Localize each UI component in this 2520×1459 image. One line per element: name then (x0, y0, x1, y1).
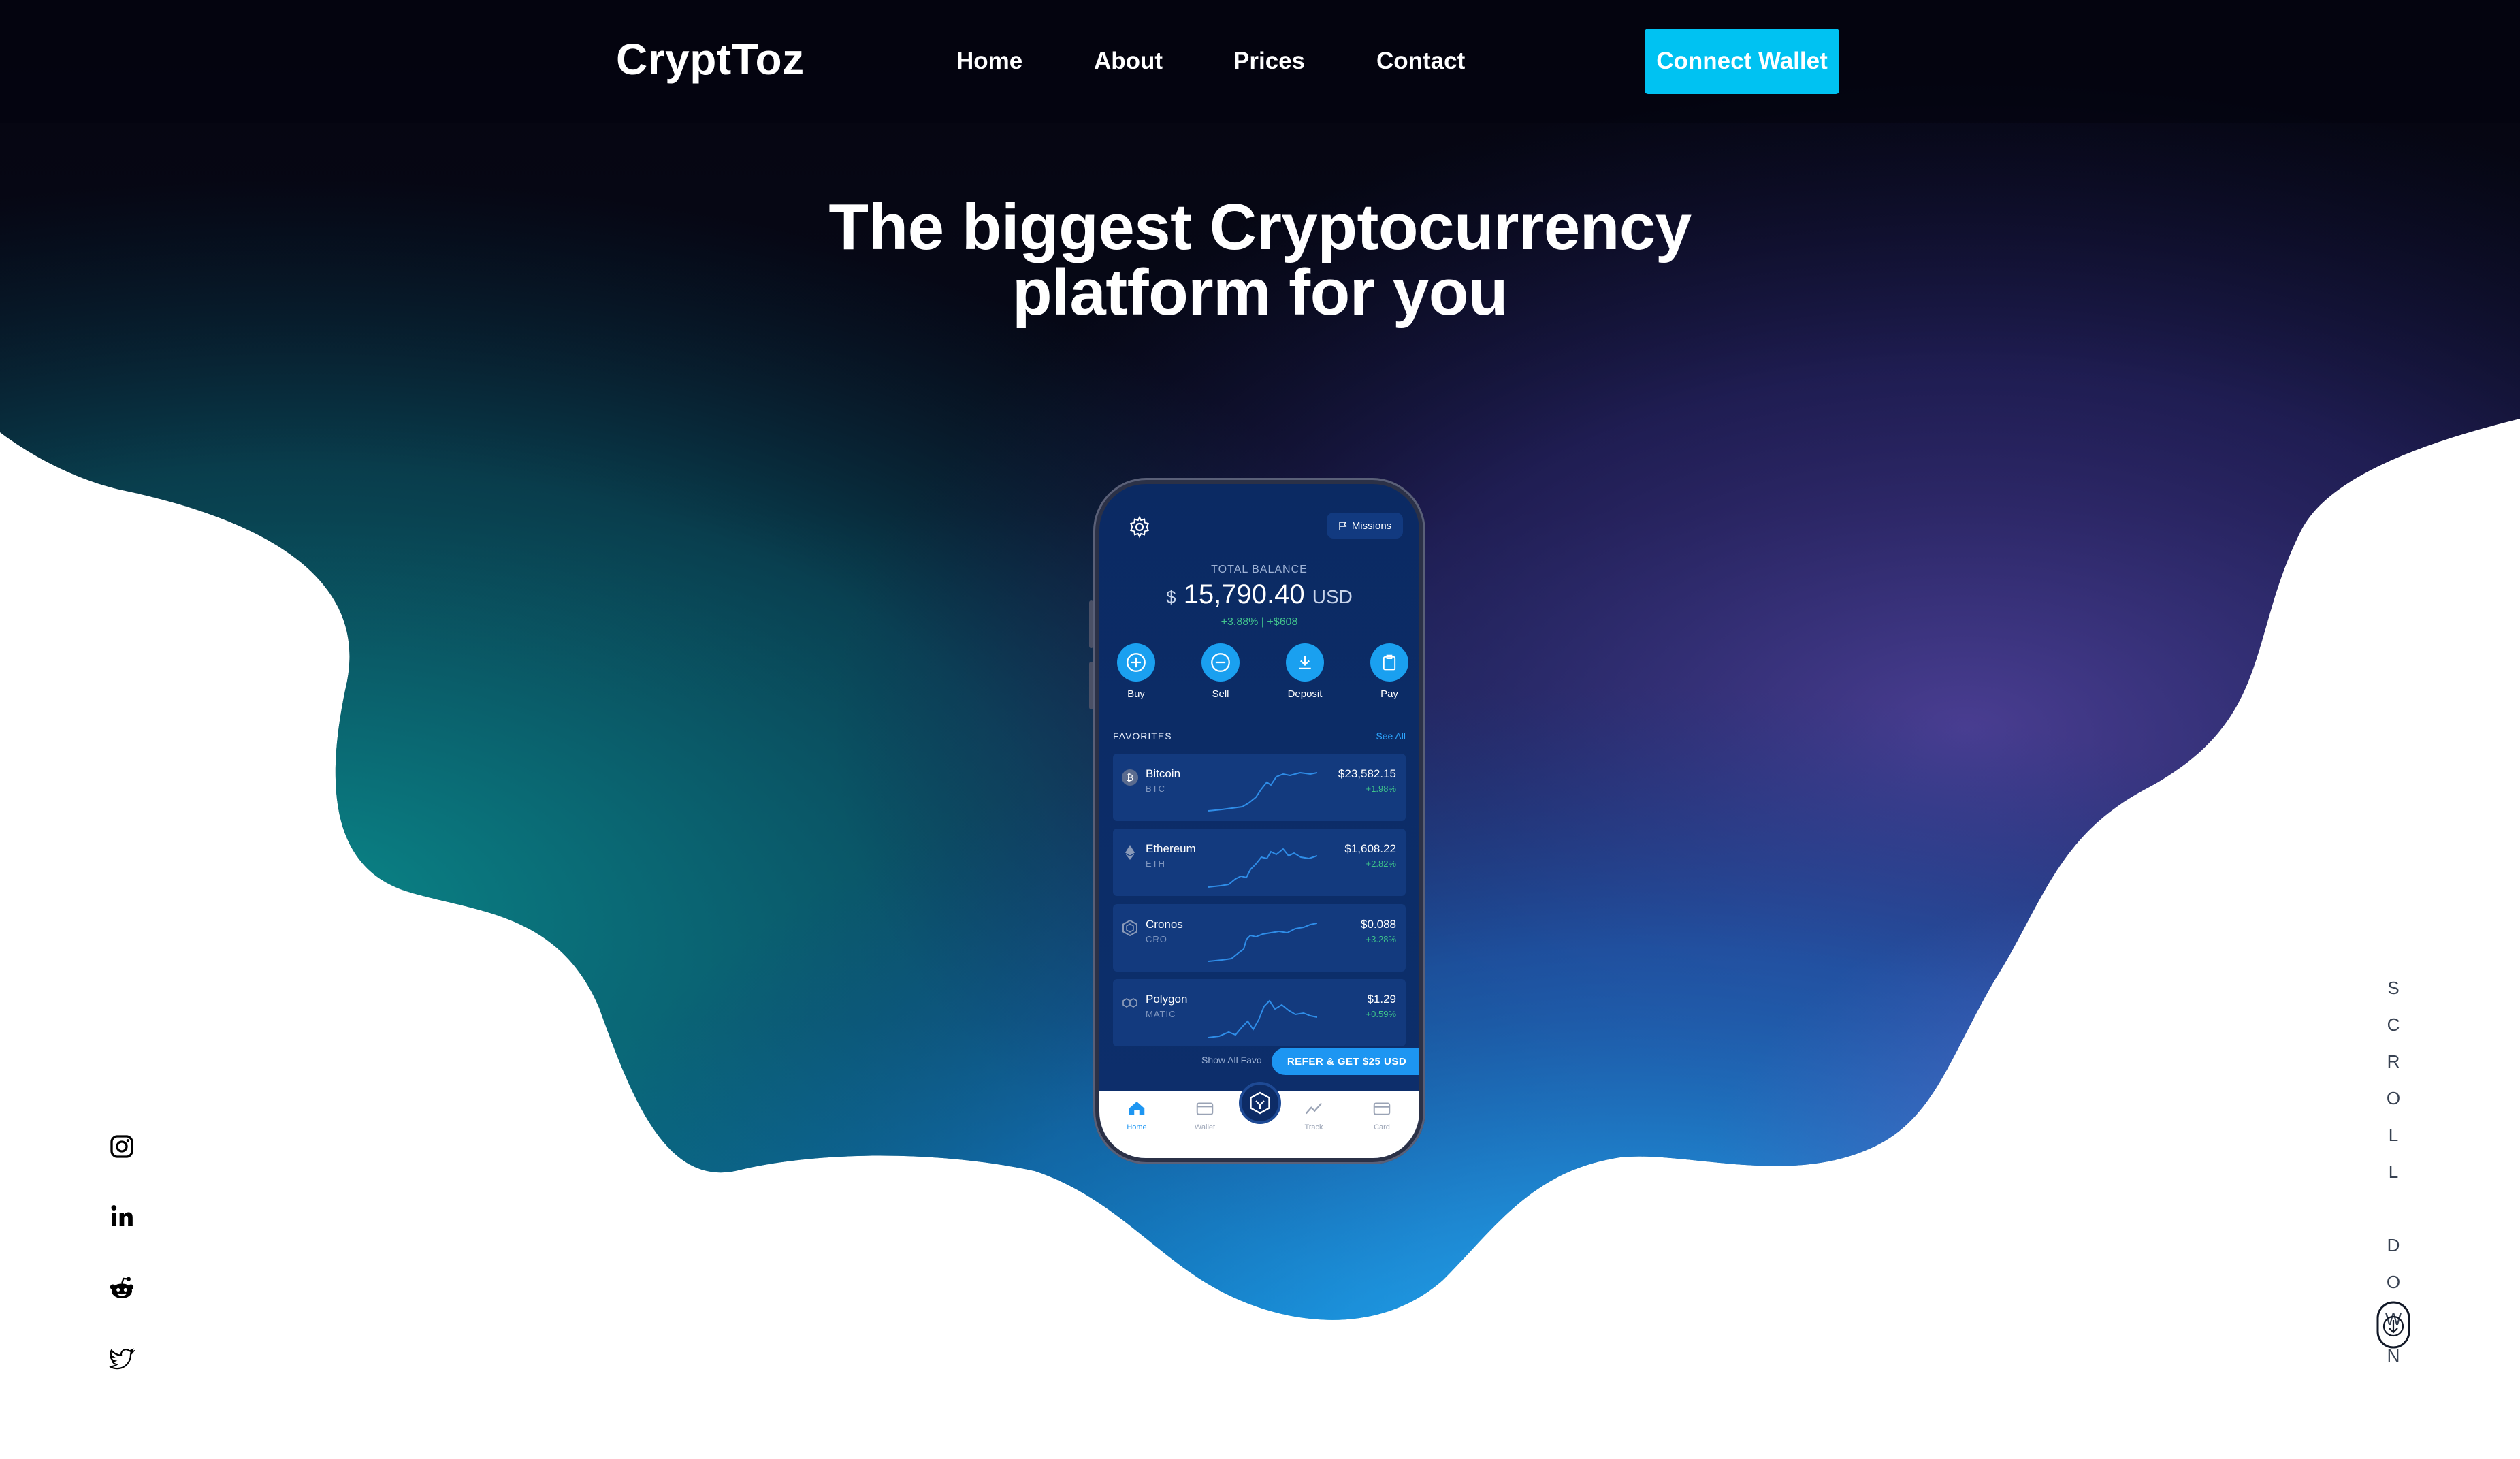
sparkline-chart (1208, 848, 1317, 888)
twitter-icon[interactable] (108, 1345, 135, 1373)
coin-price: $1.29 (1367, 993, 1396, 1006)
plus-circle-icon (1127, 653, 1146, 672)
home-icon (1129, 1102, 1145, 1115)
refer-button[interactable]: REFER & GET $25 USD (1272, 1048, 1419, 1075)
action-label: Pay (1380, 688, 1398, 700)
clipboard-icon (1383, 654, 1396, 671)
action-label: Buy (1127, 688, 1145, 700)
coin-change: +2.82% (1366, 859, 1396, 869)
tab-home[interactable]: Home (1113, 1098, 1161, 1132)
ethereum-icon (1125, 845, 1135, 860)
phone-mockup: Missions TOTAL BALANCE $ 15,790.40 USD +… (1089, 478, 1425, 1164)
lion-logo-icon (1250, 1091, 1270, 1115)
flag-icon (1339, 522, 1347, 530)
bitcoin-icon: ₿ (1122, 769, 1138, 786)
action-sell[interactable]: Sell (1193, 643, 1248, 700)
show-all-favorites-link[interactable]: Show All Favo (1201, 1055, 1262, 1065)
coin-name: Bitcoin (1146, 767, 1181, 780)
nav-link-contact[interactable]: Contact (1376, 48, 1465, 75)
svg-text:₿: ₿ (1127, 773, 1133, 784)
coin-price: $0.088 (1361, 918, 1396, 931)
action-buy[interactable]: Buy (1109, 643, 1163, 700)
missions-label: Missions (1351, 519, 1392, 532)
crypto-com-logo-icon[interactable] (1239, 1082, 1281, 1124)
action-pay[interactable]: Pay (1362, 643, 1417, 700)
action-deposit[interactable]: Deposit (1278, 643, 1332, 700)
favorites-title: FAVORITES (1113, 731, 1172, 741)
sparkline-chart (1208, 771, 1317, 812)
instagram-icon[interactable] (108, 1133, 135, 1160)
sparkline-chart (1208, 923, 1317, 962)
coin-symbol: ETH (1146, 859, 1165, 869)
coin-row-polygon[interactable]: Polygon MATIC $1.29 +0.59% (1113, 979, 1406, 1046)
action-label: Sell (1212, 688, 1229, 700)
phone-side-button (1089, 600, 1093, 648)
tab-label: Wallet (1194, 1123, 1216, 1132)
coin-row-bitcoin[interactable]: ₿ Bitcoin BTC $23,582.15 +1.98% (1113, 754, 1406, 821)
coin-symbol: BTC (1146, 784, 1165, 794)
tab-label: Card (1374, 1123, 1390, 1132)
reddit-icon[interactable] (108, 1274, 135, 1302)
tab-label: Track (1304, 1123, 1323, 1132)
scroll-down-button[interactable] (2376, 1300, 2411, 1349)
coin-change: +1.98% (1366, 784, 1396, 794)
linkedin-icon[interactable] (108, 1202, 135, 1230)
cronos-icon (1122, 919, 1137, 937)
connect-wallet-button[interactable]: Connect Wallet (1645, 29, 1839, 94)
nav-link-home[interactable]: Home (956, 48, 1022, 75)
top-navbar: CryptToz Home About Prices Contact Conne… (0, 0, 2520, 123)
coin-name: Ethereum (1146, 842, 1196, 855)
phone-side-button (1089, 662, 1093, 709)
action-label: Deposit (1287, 688, 1323, 700)
coin-change: +3.28% (1366, 934, 1396, 944)
tab-card[interactable]: Card (1358, 1098, 1406, 1132)
sparkline-chart (1208, 999, 1317, 1038)
coin-row-cronos[interactable]: Cronos CRO $0.088 +3.28% (1113, 904, 1406, 972)
download-icon (1299, 656, 1311, 669)
balance-change: +3.88% | +$608 (1221, 616, 1298, 628)
coin-symbol: CRO (1146, 934, 1167, 944)
wallet-icon (1196, 1102, 1214, 1115)
hero-headline-line1: The biggest Cryptocurrency (828, 191, 1692, 263)
chart-line-icon (1305, 1102, 1323, 1115)
total-balance-value: $ 15,790.40 USD (1099, 579, 1419, 610)
coin-name: Cronos (1146, 918, 1183, 931)
tab-wallet[interactable]: Wallet (1181, 1098, 1229, 1132)
card-icon (1373, 1102, 1391, 1115)
polygon-icon (1122, 997, 1137, 1008)
balance-unit: USD (1312, 586, 1353, 607)
hero-headline: The biggest Cryptocurrency platform for … (715, 195, 1805, 325)
brand-logo[interactable]: CryptToz (616, 34, 805, 84)
tab-label: Home (1127, 1123, 1147, 1132)
balance-currency-symbol: $ (1166, 587, 1176, 607)
phone-screen: Missions TOTAL BALANCE $ 15,790.40 USD +… (1099, 484, 1419, 1158)
coin-change: +0.59% (1366, 1009, 1396, 1019)
coin-name: Polygon (1146, 993, 1188, 1006)
gear-icon[interactable] (1128, 515, 1151, 539)
see-all-link[interactable]: See All (1376, 731, 1406, 741)
nav-link-about[interactable]: About (1094, 48, 1163, 75)
nav-link-prices[interactable]: Prices (1233, 48, 1305, 75)
arrow-down-icon (2382, 1315, 2404, 1337)
favorites-header: FAVORITES See All (1113, 731, 1406, 747)
phone-tab-bar: Home Wallet Track Card (1099, 1082, 1419, 1158)
minus-circle-icon (1211, 653, 1230, 672)
coin-row-ethereum[interactable]: Ethereum ETH $1,608.22 +2.82% (1113, 829, 1406, 896)
balance-amount: 15,790.40 (1183, 579, 1305, 609)
tab-track[interactable]: Track (1290, 1098, 1338, 1132)
total-balance-label: TOTAL BALANCE (1211, 564, 1308, 575)
coin-price: $1,608.22 (1344, 842, 1396, 855)
hero-headline-line2: platform for you (1012, 256, 1508, 329)
coin-price: $23,582.15 (1338, 767, 1396, 780)
quick-actions: Buy Sell Deposit Pay (1109, 643, 1410, 711)
missions-button[interactable]: Missions (1327, 513, 1403, 539)
coin-symbol: MATIC (1146, 1009, 1176, 1019)
